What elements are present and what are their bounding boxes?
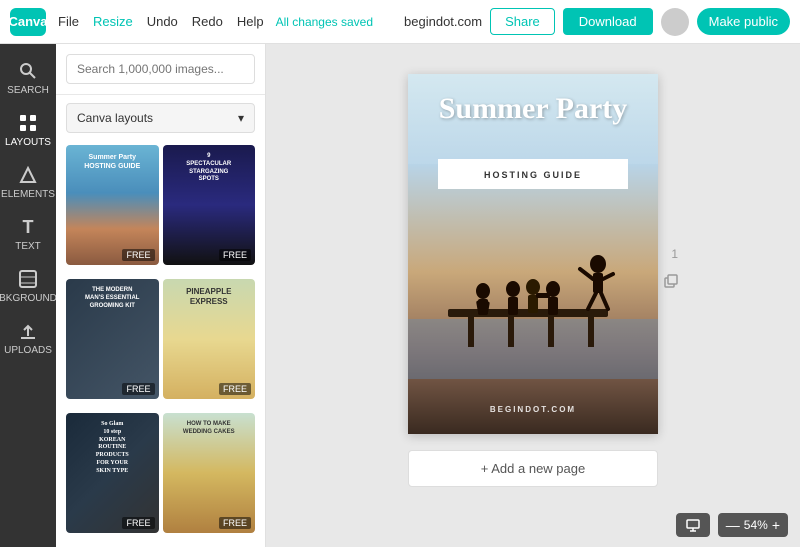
- sidebar-item-text[interactable]: T TEXT: [0, 208, 56, 260]
- text-icon: T: [17, 216, 39, 238]
- template-item-4[interactable]: PINEAPPLEEXPRESS FREE: [163, 279, 256, 399]
- zoom-level: 54%: [744, 518, 768, 532]
- sidebar-item-search[interactable]: SEARCH: [0, 52, 56, 104]
- template-item-5[interactable]: So Glam10 stepKOREANROUTINEPRODUCTSFOR Y…: [66, 413, 159, 533]
- layouts-icon: [17, 112, 39, 134]
- page-number: 1: [671, 247, 678, 261]
- top-navigation: Canva File Resize Undo Redo Help All cha…: [0, 0, 800, 44]
- free-badge-4: FREE: [219, 383, 251, 395]
- canvas-wrapper: Summer Party HOSTING GUIDE: [408, 74, 658, 434]
- sidebar-item-uploads[interactable]: UPLOADS: [0, 312, 56, 364]
- template-item-6[interactable]: HOW TO MAKEWEDDING CAKES FREE: [163, 413, 256, 533]
- canvas-bottom-text: BEGINDOT.COM: [408, 405, 658, 414]
- bottom-bar: — 54% +: [676, 513, 788, 537]
- background-icon: [17, 268, 39, 290]
- zoom-in-button[interactable]: +: [772, 517, 780, 533]
- dropdown-label: Canva layouts: [77, 111, 153, 125]
- sidebar-item-text-label: TEXT: [15, 241, 41, 252]
- template-title-4: PINEAPPLEEXPRESS: [169, 287, 250, 308]
- nav-resize[interactable]: Resize: [93, 14, 133, 29]
- sidebar-item-layouts-label: LAYOUTS: [5, 137, 51, 148]
- template-title-3: THE MODERNMAN'S ESSENTIALGROOMING KIT: [72, 287, 153, 310]
- free-badge-5: FREE: [122, 517, 154, 529]
- nav-menu: File Resize Undo Redo Help: [58, 14, 264, 29]
- sidebar-item-uploads-label: UPLOADS: [4, 345, 52, 356]
- nav-right-controls: begindot.com Share Download Make public: [404, 8, 790, 36]
- template-item-1[interactable]: Summer PartyHOSTING GUIDE FREE: [66, 145, 159, 265]
- template-title-1: Summer PartyHOSTING GUIDE: [72, 153, 153, 171]
- make-public-button[interactable]: Make public: [697, 8, 790, 35]
- template-item-3[interactable]: THE MODERNMAN'S ESSENTIALGROOMING KIT FR…: [66, 279, 159, 399]
- layout-dropdown[interactable]: Canva layouts ▾: [66, 103, 255, 133]
- present-button[interactable]: [676, 513, 710, 537]
- zoom-out-button[interactable]: —: [726, 517, 740, 533]
- add-page-button[interactable]: + Add a new page: [408, 450, 658, 487]
- uploads-icon: [17, 320, 39, 342]
- sidebar-item-background[interactable]: BKGROUND: [0, 260, 56, 312]
- chevron-down-icon: ▾: [238, 111, 244, 125]
- zoom-controls: — 54% +: [718, 513, 788, 537]
- canvas-subtitle-text: HOSTING GUIDE: [484, 170, 582, 180]
- autosave-status: All changes saved: [276, 15, 392, 29]
- free-badge-6: FREE: [219, 517, 251, 529]
- avatar: [661, 8, 689, 36]
- canvas-subtitle-box: HOSTING GUIDE: [438, 159, 628, 189]
- elements-icon: [17, 164, 39, 186]
- search-icon: [17, 60, 39, 82]
- canvas-title: Summer Party: [408, 92, 658, 125]
- canvas-title-text: Summer Party: [439, 92, 628, 125]
- sidebar-icons: SEARCH LAYOUTS ELEMENTS T T: [0, 44, 56, 547]
- template-title-6: HOW TO MAKEWEDDING CAKES: [169, 421, 250, 437]
- sidebar-item-search-label: SEARCH: [7, 85, 49, 96]
- canva-logo[interactable]: Canva: [10, 8, 46, 36]
- free-badge-2: FREE: [219, 249, 251, 261]
- canvas-area: Summer Party HOSTING GUIDE: [266, 44, 800, 547]
- main-layout: SEARCH LAYOUTS ELEMENTS T T: [0, 44, 800, 547]
- share-button[interactable]: Share: [490, 8, 555, 35]
- sidebar-item-layouts[interactable]: LAYOUTS: [0, 104, 56, 156]
- template-grid: Summer PartyHOSTING GUIDE FREE 9SPECTACU…: [56, 141, 265, 547]
- site-label: begindot.com: [404, 14, 482, 29]
- sidebar-item-elements[interactable]: ELEMENTS: [0, 156, 56, 208]
- sidebar-item-elements-label: ELEMENTS: [1, 189, 55, 200]
- template-title-5: So Glam10 stepKOREANROUTINEPRODUCTSFOR Y…: [72, 421, 153, 476]
- free-badge-1: FREE: [122, 249, 154, 261]
- nav-file[interactable]: File: [58, 14, 79, 29]
- template-item-2[interactable]: 9SPECTACULARSTARGAZINGSPOTS FREE: [163, 145, 256, 265]
- sidebar-item-background-label: BKGROUND: [0, 293, 57, 304]
- monitor-icon: [686, 518, 700, 532]
- free-badge-3: FREE: [122, 383, 154, 395]
- panel-search-area: [56, 44, 265, 95]
- nav-redo[interactable]: Redo: [192, 14, 223, 29]
- page-canvas[interactable]: Summer Party HOSTING GUIDE: [408, 74, 658, 434]
- search-input[interactable]: [66, 54, 255, 84]
- nav-help[interactable]: Help: [237, 14, 264, 29]
- silhouette-svg: [408, 219, 658, 379]
- silhouette-area: [408, 219, 658, 379]
- nav-undo[interactable]: Undo: [147, 14, 178, 29]
- template-panel: Canva layouts ▾ Summer PartyHOSTING GUID…: [56, 44, 266, 547]
- download-button[interactable]: Download: [563, 8, 653, 35]
- copy-icon[interactable]: [664, 274, 678, 291]
- template-title-2: 9SPECTACULARSTARGAZINGSPOTS: [169, 153, 250, 184]
